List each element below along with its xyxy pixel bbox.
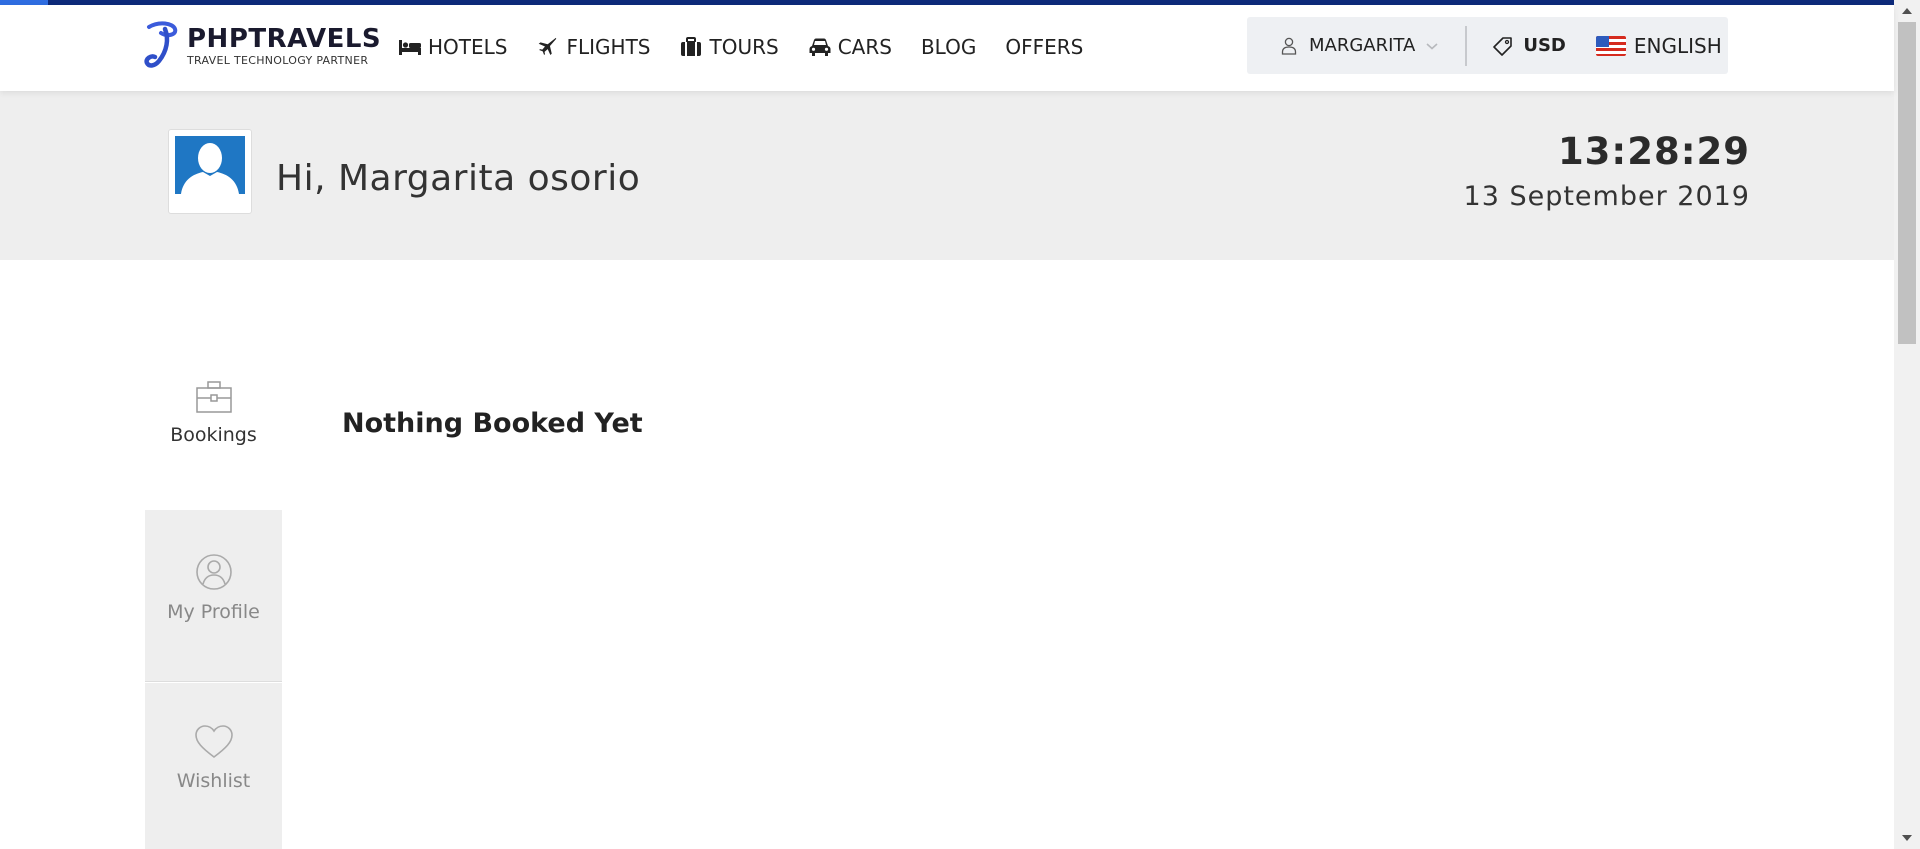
nav-blog[interactable]: BLOG bbox=[921, 35, 976, 59]
toolbar-divider bbox=[1465, 25, 1468, 66]
tab-my-profile[interactable]: My Profile bbox=[145, 510, 282, 682]
currency-selector[interactable]: USD bbox=[1493, 35, 1566, 56]
car-icon bbox=[809, 38, 831, 56]
tab-wishlist[interactable]: Wishlist bbox=[145, 683, 282, 849]
clock: 13:28:29 13 September 2019 bbox=[1464, 130, 1750, 212]
current-time: 13:28:29 bbox=[1557, 130, 1750, 173]
account-toolbar: MARGARITA USD ENGLISH bbox=[1247, 17, 1728, 74]
vertical-scrollbar[interactable] bbox=[1894, 0, 1920, 849]
tab-my-profile-label: My Profile bbox=[167, 601, 260, 623]
scrollbar-thumb[interactable] bbox=[1898, 22, 1916, 344]
logo[interactable]: PHPTRAVELS TRAVEL TECHNOLOGY PARTNER bbox=[143, 21, 381, 71]
arrow-down-icon bbox=[1902, 835, 1912, 841]
language-selector[interactable]: ENGLISH bbox=[1595, 33, 1722, 58]
current-date: 13 September 2019 bbox=[1463, 181, 1750, 212]
heart-icon bbox=[194, 725, 233, 759]
empty-bookings-message: Nothing Booked Yet bbox=[342, 408, 643, 439]
avatar[interactable] bbox=[168, 129, 252, 214]
nav-tours-label: TOURS bbox=[709, 35, 779, 59]
tab-bookings-label: Bookings bbox=[170, 424, 257, 446]
user-circle-icon bbox=[195, 554, 232, 590]
tag-icon bbox=[1493, 36, 1513, 56]
nav-blog-label: BLOG bbox=[920, 35, 977, 59]
scroll-down-arrow[interactable] bbox=[1894, 827, 1920, 849]
nav-offers[interactable]: OFFERS bbox=[1005, 35, 1083, 59]
nav-flights[interactable]: FLIGHTS bbox=[536, 35, 650, 59]
nav-cars[interactable]: CARS bbox=[808, 35, 892, 59]
nav-tours[interactable]: TOURS bbox=[679, 35, 779, 59]
welcome-banner: Hi, Margarita osorio 13:28:29 13 Septemb… bbox=[0, 91, 1894, 260]
nav-flights-label: FLIGHTS bbox=[566, 35, 651, 59]
suitcase-icon bbox=[681, 37, 702, 56]
plane-icon bbox=[539, 37, 557, 55]
user-icon bbox=[1281, 37, 1297, 55]
header: PHPTRAVELS TRAVEL TECHNOLOGY PARTNER HOT… bbox=[0, 5, 1894, 91]
default-avatar-icon bbox=[175, 136, 245, 194]
page: PHPTRAVELS TRAVEL TECHNOLOGY PARTNER HOT… bbox=[0, 0, 1920, 849]
nav-hotels-label: HOTELS bbox=[428, 35, 508, 59]
currency-label: USD bbox=[1523, 35, 1566, 56]
nav-hotels[interactable]: HOTELS bbox=[398, 35, 507, 59]
brand-tagline: TRAVEL TECHNOLOGY PARTNER bbox=[187, 53, 369, 67]
user-account-dropdown[interactable]: MARGARITA bbox=[1281, 35, 1439, 56]
greeting-heading: Hi, Margarita osorio bbox=[276, 158, 641, 199]
tab-wishlist-label: Wishlist bbox=[176, 770, 251, 792]
briefcase-icon bbox=[195, 381, 232, 413]
brand-name: PHPTRAVELS bbox=[187, 23, 382, 54]
tab-bookings[interactable]: Bookings bbox=[145, 355, 282, 510]
bed-icon bbox=[399, 40, 421, 55]
chevron-down-icon bbox=[1426, 42, 1438, 50]
main-nav: HOTELS FLIGHTS TOURS CARS BLOG OFFERS bbox=[398, 5, 1112, 89]
scroll-up-arrow[interactable] bbox=[1894, 0, 1920, 22]
nav-offers-label: OFFERS bbox=[1005, 35, 1084, 59]
nav-cars-label: CARS bbox=[837, 35, 892, 59]
us-flag-icon bbox=[1595, 35, 1626, 56]
language-label: ENGLISH bbox=[1633, 33, 1722, 58]
phptravels-logo-icon bbox=[144, 21, 178, 68]
arrow-up-icon bbox=[1902, 8, 1912, 14]
user-name-label: MARGARITA bbox=[1309, 35, 1416, 56]
